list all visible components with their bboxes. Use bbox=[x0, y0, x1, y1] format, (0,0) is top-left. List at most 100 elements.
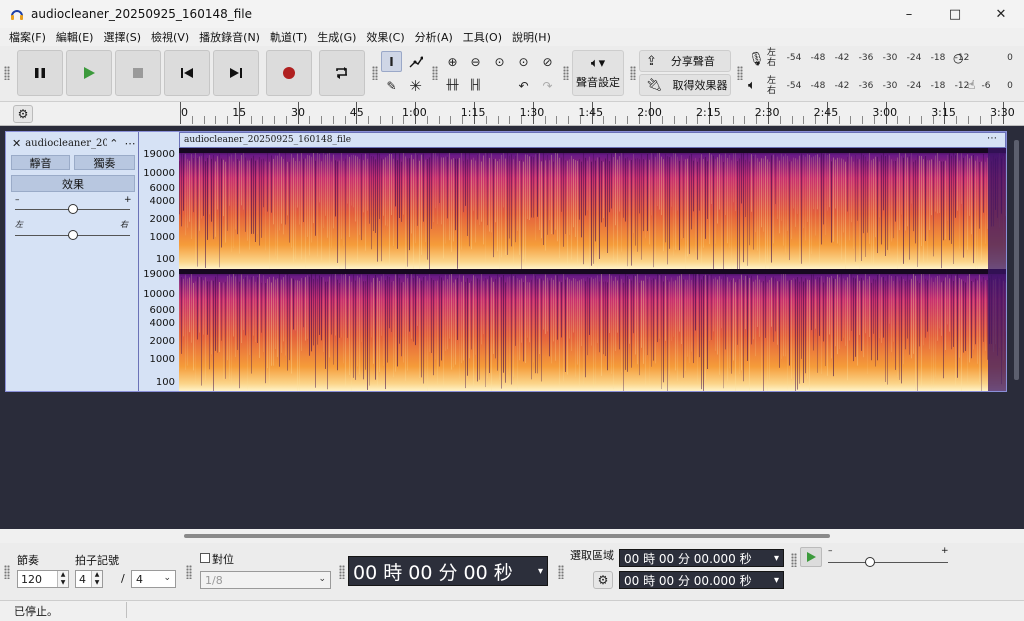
play-at-speed-grip[interactable] bbox=[791, 553, 797, 567]
fit-project-button[interactable]: ⊙ bbox=[513, 51, 534, 72]
selection-settings-button[interactable]: ⚙︎ bbox=[593, 571, 613, 589]
playback-hand-icon[interactable]: ☝︎ bbox=[968, 78, 975, 92]
time-sig-denominator-select[interactable]: 4 ⌄ bbox=[131, 570, 176, 588]
zoom-toggle-button[interactable]: ⊘ bbox=[537, 51, 558, 72]
track-area[interactable]: ✕ audiocleaner_2025 ⌃ ⋯ 靜音 獨奏 效果 – + 左 右… bbox=[0, 126, 1024, 529]
menu-tracks[interactable]: 軌道(T) bbox=[265, 29, 312, 45]
menu-generate[interactable]: 生成(G) bbox=[312, 29, 361, 45]
audio-setup-button[interactable]: 🔈︎▾ 聲音設定 bbox=[572, 50, 624, 96]
spectrogram-stripe bbox=[293, 278, 294, 330]
tempo-input[interactable]: 120 ▲ ▼ bbox=[17, 570, 69, 588]
draw-tool-button[interactable]: ✎ bbox=[381, 75, 402, 96]
speed-slider-track[interactable] bbox=[828, 562, 948, 563]
menu-select[interactable]: 選擇(S) bbox=[98, 29, 146, 45]
close-button[interactable]: ✕ bbox=[978, 0, 1024, 28]
mute-button[interactable]: 靜音 bbox=[11, 155, 70, 170]
horizontal-scrollbar[interactable] bbox=[0, 529, 1024, 543]
stop-button[interactable] bbox=[115, 50, 161, 96]
undo-button[interactable]: ↶ bbox=[513, 75, 534, 96]
timeline-ruler[interactable]: ⚙︎ 0 15 30 45 1:00 1:15 1:30 1:45 2:00 2:15 2:30 2:… bbox=[0, 102, 1024, 126]
snap-label[interactable]: 對位 bbox=[212, 551, 234, 567]
selection-end-display[interactable]: 00 時 00 分 00.000 秒 ▾ bbox=[619, 571, 784, 589]
snap-grip[interactable] bbox=[186, 565, 192, 579]
playback-speaker-icon[interactable]: 🔈︎ bbox=[748, 78, 756, 93]
meter-grip[interactable] bbox=[737, 66, 743, 80]
vertical-scrollbar[interactable] bbox=[1014, 140, 1019, 380]
clip-menu-icon[interactable]: ⋯ bbox=[987, 133, 997, 144]
pan-slider-knob[interactable] bbox=[67, 230, 78, 240]
effects-button[interactable]: 效果 bbox=[11, 175, 135, 192]
gain-slider-knob[interactable] bbox=[67, 204, 78, 214]
maximize-button[interactable]: □ bbox=[932, 0, 978, 28]
envelope-tool-button[interactable] bbox=[405, 51, 426, 72]
trim-audio-button[interactable]: ╫╫ bbox=[442, 75, 463, 96]
spectrogram-stripe bbox=[681, 274, 682, 345]
silence-audio-button[interactable]: ╟╢ bbox=[465, 75, 486, 96]
solo-button[interactable]: 獨奏 bbox=[74, 155, 135, 170]
time-display[interactable]: 00 時 00 分 00 秒 ▾ bbox=[348, 556, 548, 586]
menu-analyze[interactable]: 分析(A) bbox=[410, 29, 458, 45]
tempo-spin-arrows[interactable]: ▲ ▼ bbox=[57, 571, 68, 587]
share-grip[interactable] bbox=[630, 66, 636, 80]
audio-setup-grip[interactable] bbox=[563, 66, 569, 80]
menu-file[interactable]: 檔案(F) bbox=[4, 29, 51, 45]
clip-name[interactable]: audiocleaner_20250925_160148_file bbox=[184, 135, 351, 145]
record-level-knob-icon[interactable]: ○ bbox=[953, 51, 963, 65]
close-track-icon[interactable]: ✕ bbox=[12, 137, 21, 150]
record-meter-scale[interactable]: -54 -48 -42 -36 -30 -24 -18 -12 0 bbox=[782, 53, 1022, 63]
frequency-scale[interactable]: 19000 10000 6000 4000 2000 1000 100 1900… bbox=[139, 131, 179, 392]
chevron-down-icon: ▾ bbox=[773, 552, 779, 564]
zoom-in-button[interactable]: ⊕ bbox=[442, 51, 463, 72]
zoom-out-button[interactable]: ⊖ bbox=[465, 51, 486, 72]
spectrogram-stripe bbox=[667, 279, 668, 391]
time-sig-spin-arrows[interactable]: ▲ ▼ bbox=[91, 571, 102, 587]
snap-select[interactable]: 1/8 ⌄ bbox=[200, 571, 331, 589]
pause-button[interactable] bbox=[17, 50, 63, 96]
minimize-button[interactable]: – bbox=[886, 0, 932, 28]
spectrogram-stripe bbox=[935, 277, 936, 377]
menu-view[interactable]: 檢視(V) bbox=[146, 29, 194, 45]
tools-grip[interactable] bbox=[372, 66, 378, 80]
play-at-speed-button[interactable] bbox=[800, 547, 822, 567]
menu-edit[interactable]: 編輯(E) bbox=[51, 29, 99, 45]
edit-grip[interactable] bbox=[432, 66, 438, 80]
track-menu-icon[interactable]: ⋯ bbox=[124, 137, 135, 150]
play-button[interactable] bbox=[66, 50, 112, 96]
selection-tool-button[interactable]: I bbox=[381, 51, 402, 72]
selection-start-display[interactable]: 00 時 00 分 00.000 秒 ▾ bbox=[619, 549, 784, 567]
fit-selection-button[interactable]: ⊙ bbox=[489, 51, 510, 72]
time-grip[interactable] bbox=[339, 565, 345, 579]
spectrogram-stripe bbox=[439, 275, 440, 367]
menu-help[interactable]: 說明(H) bbox=[507, 29, 556, 45]
horizontal-scroll-thumb[interactable] bbox=[184, 534, 830, 538]
chevron-up-icon[interactable]: ⌃ bbox=[109, 137, 118, 150]
selection-grip[interactable] bbox=[558, 565, 564, 579]
record-button[interactable] bbox=[266, 50, 312, 96]
timeline-settings-button[interactable]: ⚙︎ bbox=[13, 105, 33, 123]
spectrogram-stripe bbox=[827, 276, 828, 376]
play-meter-scale[interactable]: -54 -48 -42 -36 -30 -24 -18 -12 -6 0 bbox=[782, 81, 1022, 91]
share-audio-button[interactable]: ⇪ 分享聲音 bbox=[639, 50, 731, 72]
spectrogram-left-channel[interactable] bbox=[179, 148, 1006, 269]
snap-checkbox[interactable] bbox=[200, 553, 210, 563]
tempo-grip[interactable] bbox=[4, 565, 10, 579]
skip-to-start-button[interactable] bbox=[164, 50, 210, 96]
loop-button[interactable] bbox=[319, 50, 365, 96]
multi-tool-button[interactable]: ✳ bbox=[405, 75, 426, 96]
get-effects-button[interactable]: 🔌︎ 取得效果器 bbox=[639, 74, 731, 96]
menu-effect[interactable]: 效果(C) bbox=[361, 29, 409, 45]
redo-button[interactable]: ↷ bbox=[537, 75, 558, 96]
menu-transport[interactable]: 播放錄音(N) bbox=[194, 29, 265, 45]
toolbar-grip[interactable] bbox=[4, 66, 10, 80]
track-control-panel[interactable]: ✕ audiocleaner_2025 ⌃ ⋯ 靜音 獨奏 效果 – + 左 右 bbox=[5, 131, 139, 392]
microphone-icon[interactable]: 🎙︎ bbox=[748, 52, 765, 67]
spectrogram-right-channel[interactable] bbox=[179, 269, 1006, 391]
clip-header[interactable]: audiocleaner_20250925_160148_file ⋯ bbox=[179, 132, 1006, 148]
speed-slider-knob[interactable] bbox=[865, 557, 875, 567]
track-name[interactable]: audiocleaner_2025 bbox=[25, 138, 107, 149]
time-sig-numerator-input[interactable]: 4 ▲ ▼ bbox=[75, 570, 103, 588]
ruler-minor-tick bbox=[779, 116, 781, 124]
spectrogram-stripe bbox=[495, 278, 496, 359]
menu-tools[interactable]: 工具(O) bbox=[458, 29, 507, 45]
skip-to-end-button[interactable] bbox=[213, 50, 259, 96]
